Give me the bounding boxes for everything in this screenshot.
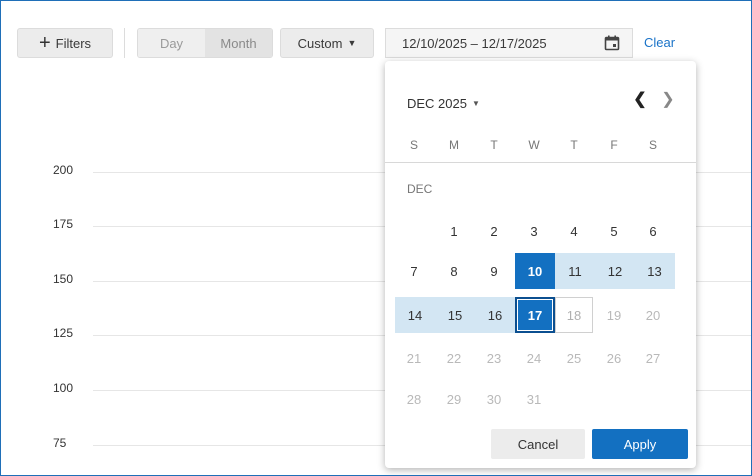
chevron-left-icon[interactable]: ❮ [629, 88, 651, 110]
weekday-label: W [528, 138, 540, 152]
day-cell[interactable]: 5 [595, 213, 633, 249]
day-cell[interactable]: 3 [515, 213, 553, 249]
day-cell[interactable]: 6 [634, 213, 672, 249]
day-cell[interactable]: 13 [634, 253, 675, 289]
day-cell[interactable]: 2 [475, 213, 513, 249]
day-cell[interactable]: 27 [634, 340, 672, 376]
day-cell[interactable]: 8 [435, 253, 473, 289]
chevron-right-icon[interactable]: ❯ [657, 88, 679, 110]
day-cell[interactable]: 17 [515, 297, 555, 333]
weekday-label: S [409, 138, 418, 152]
day-cell[interactable]: 18 [555, 297, 593, 333]
y-tick-label: 125 [53, 326, 74, 340]
month-button[interactable]: Month [205, 29, 272, 57]
custom-dropdown-button[interactable]: Custom ▼ [280, 28, 374, 58]
day-cell[interactable]: 11 [555, 253, 595, 289]
day-cell[interactable]: 9 [475, 253, 513, 289]
weekday-label: F [610, 138, 618, 152]
day-cell[interactable]: 1 [435, 213, 473, 249]
calendar-icon [604, 35, 620, 51]
day-cell[interactable]: 23 [475, 340, 513, 376]
clear-link[interactable]: Clear [644, 35, 675, 50]
month-year-label: DEC 2025 [407, 96, 467, 111]
calendar-button[interactable] [591, 28, 633, 58]
day-cell[interactable]: 19 [595, 297, 633, 333]
day-cell[interactable]: 10 [515, 253, 555, 289]
date-range-value: 12/10/2025 – 12/17/2025 [402, 35, 547, 51]
weekday-label: S [648, 138, 657, 152]
y-tick-label: 200 [53, 163, 74, 177]
date-picker-popup: DEC 2025 ▼ ❮ ❯ DEC Cancel Apply S M T W T F S 1… [385, 61, 696, 468]
app-frame: + Filters Day Month Custom ▼ 12/10/2025 … [0, 0, 752, 476]
day-cell[interactable]: 20 [634, 297, 672, 333]
day-cell[interactable]: 22 [435, 340, 473, 376]
day-cell[interactable]: 7 [395, 253, 433, 289]
weekday-label: M [449, 138, 459, 152]
y-tick-label: 150 [53, 272, 74, 286]
cancel-button[interactable]: Cancel [491, 429, 585, 459]
day-button[interactable]: Day [138, 29, 205, 57]
caret-down-icon: ▼ [347, 38, 357, 48]
weekday-label: T [570, 138, 578, 152]
day-cell[interactable]: 26 [595, 340, 633, 376]
day-cell[interactable]: 30 [475, 381, 513, 417]
toolbar-divider [124, 28, 125, 58]
y-tick-label: 175 [53, 217, 74, 231]
day-cell[interactable]: 25 [555, 340, 593, 376]
day-cell[interactable]: 31 [515, 381, 553, 417]
filters-label: Filters [55, 35, 92, 51]
weekday-divider [385, 162, 696, 163]
caret-down-icon: ▼ [471, 99, 480, 108]
day-cell[interactable]: 12 [595, 253, 635, 289]
filters-button[interactable]: + Filters [17, 28, 113, 58]
month-year-selector[interactable]: DEC 2025 ▼ [407, 96, 480, 111]
day-cell[interactable]: 16 [475, 297, 515, 333]
day-cell[interactable]: 29 [435, 381, 473, 417]
y-tick-label: 75 [53, 436, 67, 450]
apply-button[interactable]: Apply [592, 429, 688, 459]
day-cell[interactable]: 28 [395, 381, 433, 417]
day-cell[interactable]: 24 [515, 340, 553, 376]
day-cell[interactable]: 4 [555, 213, 593, 249]
weekday-label: T [490, 138, 498, 152]
day-cell[interactable]: 14 [395, 297, 435, 333]
month-section-label: DEC [407, 182, 433, 196]
granularity-toggle: Day Month [137, 28, 273, 58]
y-tick-label: 100 [53, 381, 74, 395]
day-cell[interactable]: 21 [395, 340, 433, 376]
day-cell[interactable]: 15 [435, 297, 475, 333]
plus-icon: + [38, 32, 51, 54]
custom-label: Custom [297, 35, 343, 51]
